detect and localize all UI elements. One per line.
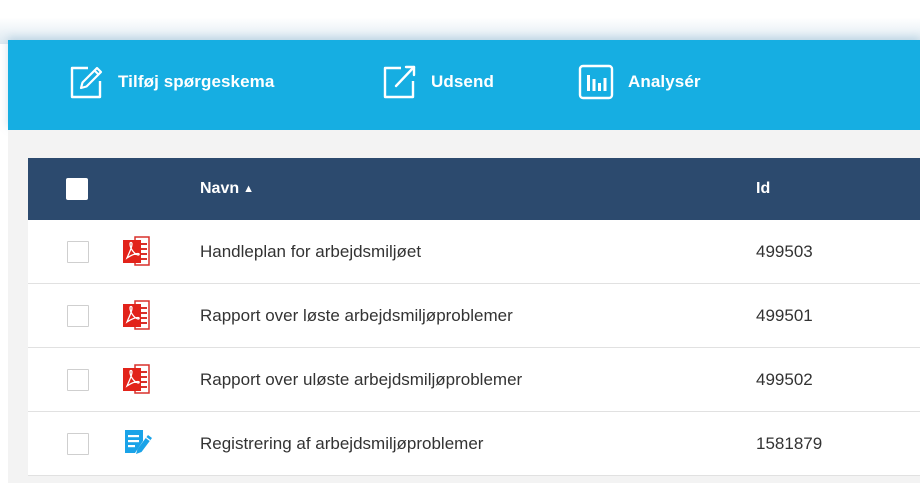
row-checkbox[interactable] [67,369,89,391]
row-name[interactable]: Rapport over løste arbejdsmiljøproblemer [200,305,513,327]
column-header-name-label: Navn [200,180,240,197]
external-link-icon [383,65,416,99]
row-id: 1581879 [756,434,823,453]
select-all-checkbox[interactable] [66,178,88,200]
table-header: Navn ▲ Id [28,158,920,220]
table-row[interactable]: Rapport over uløste arbejdsmiljøprobleme… [28,348,920,412]
table-row[interactable]: Handleplan for arbejdsmiljøet 499503 [28,220,920,284]
analyze-label: Analysér [628,72,701,91]
row-id: 499503 [756,242,813,261]
add-questionnaire-button[interactable]: Tilføj spørgeskema [66,62,274,102]
table-row[interactable]: Rapport over løste arbejdsmiljøproblemer… [28,284,920,348]
sort-ascending-icon: ▲ [243,183,255,195]
row-id: 499501 [756,306,813,325]
row-checkbox[interactable] [67,305,89,327]
row-name[interactable]: Rapport over uløste arbejdsmiljøprobleme… [200,369,522,391]
column-header-id[interactable]: Id [756,178,770,200]
table-row[interactable]: Registrering af arbejdsmiljøproblemer 15… [28,412,920,476]
column-header-name[interactable]: Navn ▲ [200,178,254,201]
row-checkbox[interactable] [67,433,89,455]
toolbar: Tilføj spørgeskema Udsend Analysér [8,40,920,130]
content-panel: Navn ▲ Id Handleplan for arbejdsmiljøet 4… [8,130,920,483]
row-checkbox[interactable] [67,241,89,263]
pdf-icon [123,300,150,330]
top-shadow [0,0,920,44]
row-id: 499502 [756,370,813,389]
add-questionnaire-label: Tilføj spørgeskema [118,72,275,91]
form-edit-icon [125,430,152,454]
row-name[interactable]: Registrering af arbejdsmiljøproblemer [200,433,483,455]
pdf-icon [123,364,150,394]
analyze-button[interactable]: Analysér [576,62,701,102]
pdf-icon [123,236,150,266]
send-button[interactable]: Udsend [379,62,494,102]
bar-chart-icon [578,64,614,100]
edit-square-icon [70,66,103,99]
row-name[interactable]: Handleplan for arbejdsmiljøet [200,241,421,263]
send-label: Udsend [431,72,494,91]
questionnaire-table: Navn ▲ Id Handleplan for arbejdsmiljøet 4… [28,158,920,476]
